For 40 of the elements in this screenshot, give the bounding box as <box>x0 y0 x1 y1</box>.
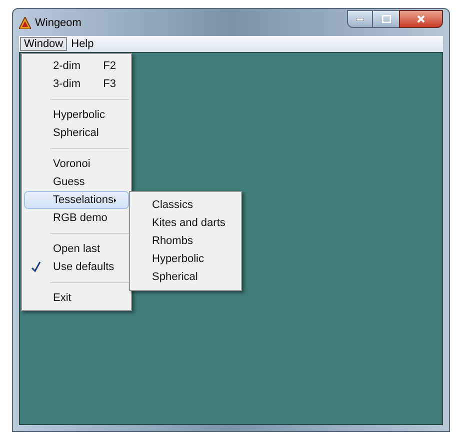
menu-item-label: Open last <box>53 242 102 257</box>
maximize-icon <box>382 15 390 23</box>
minimize-icon <box>356 18 364 20</box>
shortcut-label: F2 <box>103 58 116 74</box>
submenu-arrow-icon <box>114 196 116 204</box>
menu-item-label: Voronoi <box>53 156 92 172</box>
menu-item[interactable]: Voronoi <box>24 155 129 173</box>
menu-item-label: Exit <box>53 290 72 306</box>
menu-item-label: Use defaults <box>53 260 116 275</box>
menu-item[interactable]: Use defaults <box>24 258 129 276</box>
menu-item-label: 3-dim <box>53 76 82 92</box>
menu-item[interactable]: Kites and darts <box>132 214 239 232</box>
menu-item-label: Hyperbolic <box>53 108 106 123</box>
menu-item[interactable]: Exit <box>24 289 129 307</box>
menu-item-label: Spherical <box>53 126 100 141</box>
menu-bar-item[interactable]: Help <box>67 37 98 51</box>
menu-item[interactable]: Tesselations <box>24 191 129 209</box>
close-button[interactable] <box>399 10 443 28</box>
maximize-button[interactable] <box>373 10 399 28</box>
menu-item[interactable]: Spherical <box>132 268 239 286</box>
menu-item[interactable]: Classics <box>132 196 239 214</box>
menu-item[interactable]: Rhombs <box>132 232 239 250</box>
menu-item[interactable]: Open last <box>24 240 129 258</box>
menu-item-label: Tesselations <box>53 192 114 208</box>
menu-item[interactable]: RGB demo <box>24 209 129 227</box>
menu-bar-item[interactable]: Window <box>20 37 68 51</box>
minimize-button[interactable] <box>347 10 373 28</box>
shortcut-label: F3 <box>103 76 116 92</box>
menu-item-label: Guess <box>53 174 86 190</box>
menu-item[interactable]: Spherical <box>24 124 129 142</box>
menu-item[interactable]: 2-dim F2 <box>24 57 129 75</box>
menu-item[interactable]: Guess <box>24 173 129 191</box>
menu-item[interactable]: Hyperbolic <box>132 250 239 268</box>
menu-item-label: RGB demo <box>53 210 108 226</box>
menu-item[interactable]: Hyperbolic <box>24 106 129 124</box>
window-title: Wingeom <box>35 16 82 31</box>
close-icon <box>417 15 425 23</box>
menu-item[interactable]: 3-dim F3 <box>24 75 129 93</box>
app-icon <box>19 17 31 29</box>
menu-item-label: 2-dim <box>53 58 82 74</box>
